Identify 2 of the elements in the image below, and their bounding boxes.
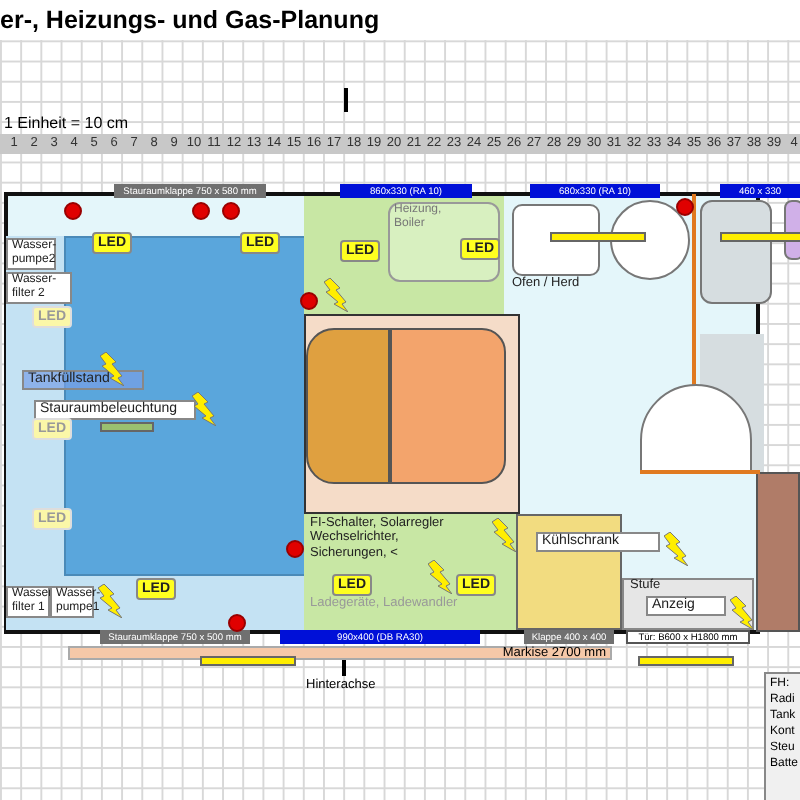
sheet-title: er-, Heizungs- und Gas-Planung (0, 0, 800, 40)
scale-note: 1 Einheit = 10 cm (2, 116, 129, 132)
